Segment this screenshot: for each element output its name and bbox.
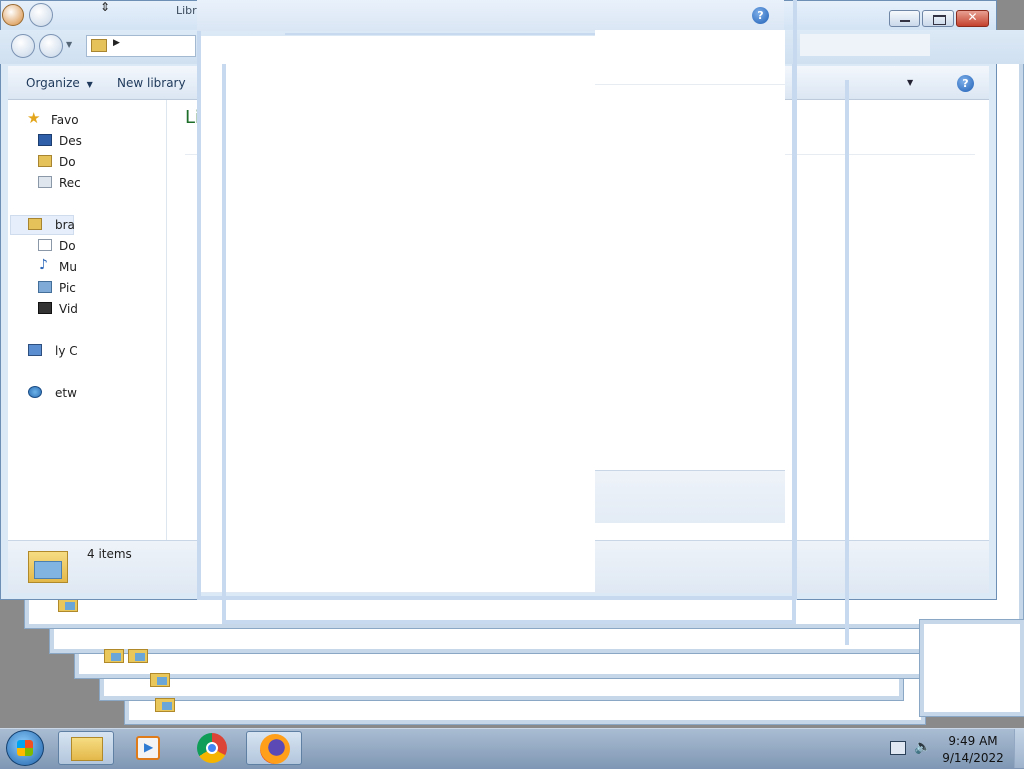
show-desktop-button[interactable] [1014, 729, 1024, 768]
overlay-panel-top [197, 0, 784, 31]
folder-icon [104, 649, 124, 663]
chrome-icon [197, 733, 227, 763]
overlay-line [285, 33, 595, 35]
cursor-icon: ⇕ [100, 0, 111, 14]
taskbar-explorer-button[interactable] [58, 731, 114, 765]
nav-libraries[interactable]: bra [55, 218, 75, 238]
nav-library-item[interactable]: Do [59, 239, 76, 259]
view-options-chevron-icon[interactable]: ▼ [907, 78, 913, 87]
network-icon [28, 386, 42, 398]
nav-favorites-item[interactable]: Do [59, 155, 76, 175]
music-icon: ♪ [39, 257, 48, 273]
app-menu-icon[interactable] [2, 4, 24, 26]
nav-library-item[interactable]: Mu [59, 260, 77, 280]
network-status-icon[interactable] [890, 741, 906, 755]
breadcrumb-arrow-icon[interactable]: ▶ [113, 38, 120, 48]
clock-time[interactable]: 9:49 AM [934, 734, 1012, 748]
help-button[interactable]: ? [957, 75, 974, 92]
circle-button[interactable] [29, 3, 53, 27]
taskbar-firefox-button[interactable] [246, 731, 302, 765]
play-icon: ▶ [144, 740, 154, 754]
downloads-icon [38, 155, 52, 167]
nav-favorites-item[interactable]: Des [59, 134, 82, 154]
folder-icon [71, 737, 103, 761]
videos-icon [38, 302, 52, 314]
recent-places-icon [38, 176, 52, 188]
computer-icon [28, 344, 42, 356]
close-button[interactable]: ✕ [956, 10, 989, 27]
organize-button[interactable]: Organize ▼ [26, 76, 93, 90]
folder-icon [155, 698, 175, 712]
libraries-icon [28, 218, 42, 230]
chevron-down-icon: ▼ [86, 80, 93, 89]
minimize-button[interactable] [889, 10, 920, 27]
volume-icon[interactable]: 🔈 [914, 739, 931, 755]
taskbar-chrome-button[interactable] [184, 731, 240, 765]
nav-computer[interactable]: ly C [55, 344, 78, 364]
back-button[interactable] [11, 34, 35, 58]
libraries-folder-icon [91, 39, 107, 52]
recent-pages-chevron-icon[interactable]: ▼ [66, 40, 72, 49]
nav-library-item[interactable]: Vid [59, 302, 78, 322]
ghost-address-bar [800, 34, 930, 56]
desktop-icon [38, 134, 52, 146]
nav-favorites[interactable]: Favo [51, 113, 79, 133]
maximize-button[interactable] [922, 10, 954, 27]
nav-network[interactable]: etw [55, 386, 77, 406]
library-folder-large-icon [28, 547, 68, 583]
navigation-pane [8, 100, 167, 540]
documents-icon [38, 239, 52, 251]
forward-button[interactable] [39, 34, 63, 58]
pictures-icon [38, 281, 52, 293]
windows-logo-icon [17, 740, 33, 756]
window-title: Libr [176, 4, 197, 17]
folder-icon [150, 673, 170, 687]
ghost-window [920, 620, 1024, 716]
folder-icon [128, 649, 148, 663]
overlay-frame-right [845, 80, 849, 645]
nav-library-item[interactable]: Pic [59, 281, 76, 301]
folder-icon [58, 598, 78, 612]
clock-date[interactable]: 9/14/2022 [934, 751, 1012, 765]
item-count: 4 items [87, 547, 132, 561]
firefox-icon [260, 734, 290, 764]
start-button[interactable] [6, 730, 44, 766]
overlay-help-button[interactable]: ? [752, 7, 769, 24]
overlay-frame-inner [222, 64, 796, 624]
new-library-button[interactable]: New library [117, 76, 186, 90]
nav-favorites-item[interactable]: Rec [59, 176, 81, 196]
address-bar[interactable]: ▶ [86, 35, 196, 57]
organize-label: Organize [26, 76, 80, 90]
star-icon: ★ [27, 109, 41, 127]
taskbar-media-player-button[interactable]: ▶ [122, 731, 178, 765]
